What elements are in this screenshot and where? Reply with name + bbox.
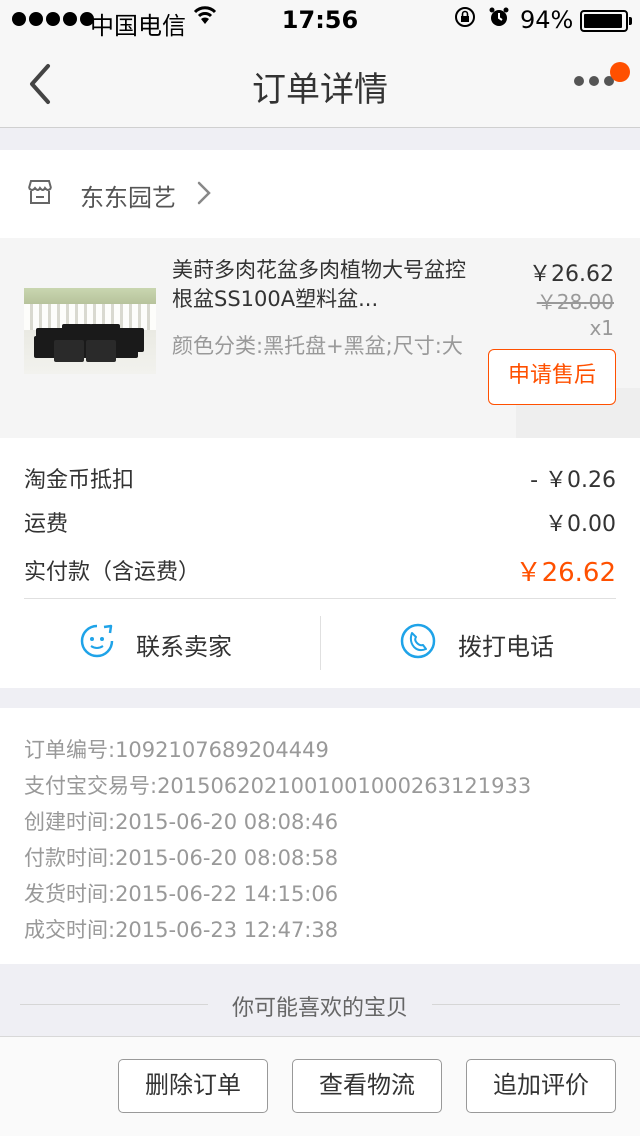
order-number: 订单编号:1092107689204449: [24, 738, 329, 762]
product-item[interactable]: 美莳多肉花盆多肉植物大号盆控根盆SS100A塑料盆... 颜色分类:黑托盘+黑盆…: [0, 238, 640, 500]
payment-summary: 淘金币抵扣 - ￥0.26 运费 ￥0.00 实付款（含运费） ￥26.62 联…: [0, 438, 640, 688]
product-price: ￥26.62: [529, 262, 614, 287]
product-spec: 颜色分类:黑托盘+黑盆;尺寸:大: [172, 334, 463, 358]
order-info: 订单编号:1092107689204449 支付宝交易号:20150620210…: [0, 708, 640, 964]
completed-time: 成交时间:2015-06-23 12:47:38: [24, 918, 339, 942]
orientation-lock-icon: [454, 6, 476, 34]
total-value: ￥26.62: [515, 558, 616, 588]
call-phone-button[interactable]: 拨打电话: [400, 616, 554, 672]
paid-time: 付款时间:2015-06-20 08:08:58: [24, 846, 339, 870]
shipped-time: 发货时间:2015-06-22 14:15:06: [24, 882, 339, 906]
chevron-right-icon: [196, 180, 212, 210]
alipay-trade-number: 支付宝交易号:2015062021001001000263121933: [24, 774, 532, 798]
alarm-icon: [488, 6, 510, 34]
product-quantity: x1: [589, 316, 614, 340]
bottom-action-bar: 删除订单 查看物流 追加评价: [0, 1036, 640, 1136]
divider: [24, 598, 616, 599]
chat-face-icon: [80, 624, 114, 664]
battery-icon: [580, 10, 632, 32]
phone-icon: [400, 623, 436, 665]
vertical-divider: [320, 616, 321, 670]
shipping-value: ￥0.00: [545, 512, 616, 537]
nav-bar: 订单详情: [0, 40, 640, 128]
coin-label: 淘金币抵扣: [24, 468, 135, 493]
shipping-label: 运费: [24, 512, 69, 537]
contact-seller-label: 联系卖家: [136, 632, 232, 661]
shop-name: 东东园艺: [80, 184, 176, 212]
product-name[interactable]: 美莳多肉花盆多肉植物大号盆控根盆SS100A塑料盆...: [172, 256, 468, 314]
call-phone-label: 拨打电话: [458, 632, 554, 661]
divider: [432, 1004, 620, 1005]
status-bar: 中国电信 17:56 94%: [0, 0, 640, 40]
view-logistics-button[interactable]: 查看物流: [292, 1059, 442, 1113]
add-review-button[interactable]: 追加评价: [466, 1059, 616, 1113]
notification-badge: [610, 62, 630, 82]
shop-icon: [26, 178, 54, 206]
battery-percent: 94%: [520, 6, 574, 34]
recommend-label: 你可能喜欢的宝贝: [231, 996, 408, 1021]
product-thumbnail[interactable]: [24, 288, 156, 374]
recommend-header: 你可能喜欢的宝贝: [0, 964, 640, 1036]
more-dots-icon[interactable]: [574, 76, 614, 86]
product-original-price: ￥28.00: [536, 290, 614, 314]
created-time: 创建时间:2015-06-20 08:08:46: [24, 810, 339, 834]
total-label: 实付款（含运费）: [24, 560, 201, 585]
page-title: 订单详情: [252, 70, 388, 110]
after-sale-button[interactable]: 申请售后: [488, 349, 616, 405]
delete-order-button[interactable]: 删除订单: [118, 1059, 268, 1113]
coin-value: - ￥0.26: [530, 468, 616, 493]
contact-seller-button[interactable]: 联系卖家: [80, 616, 232, 672]
shop-row[interactable]: 东东园艺: [0, 150, 640, 238]
